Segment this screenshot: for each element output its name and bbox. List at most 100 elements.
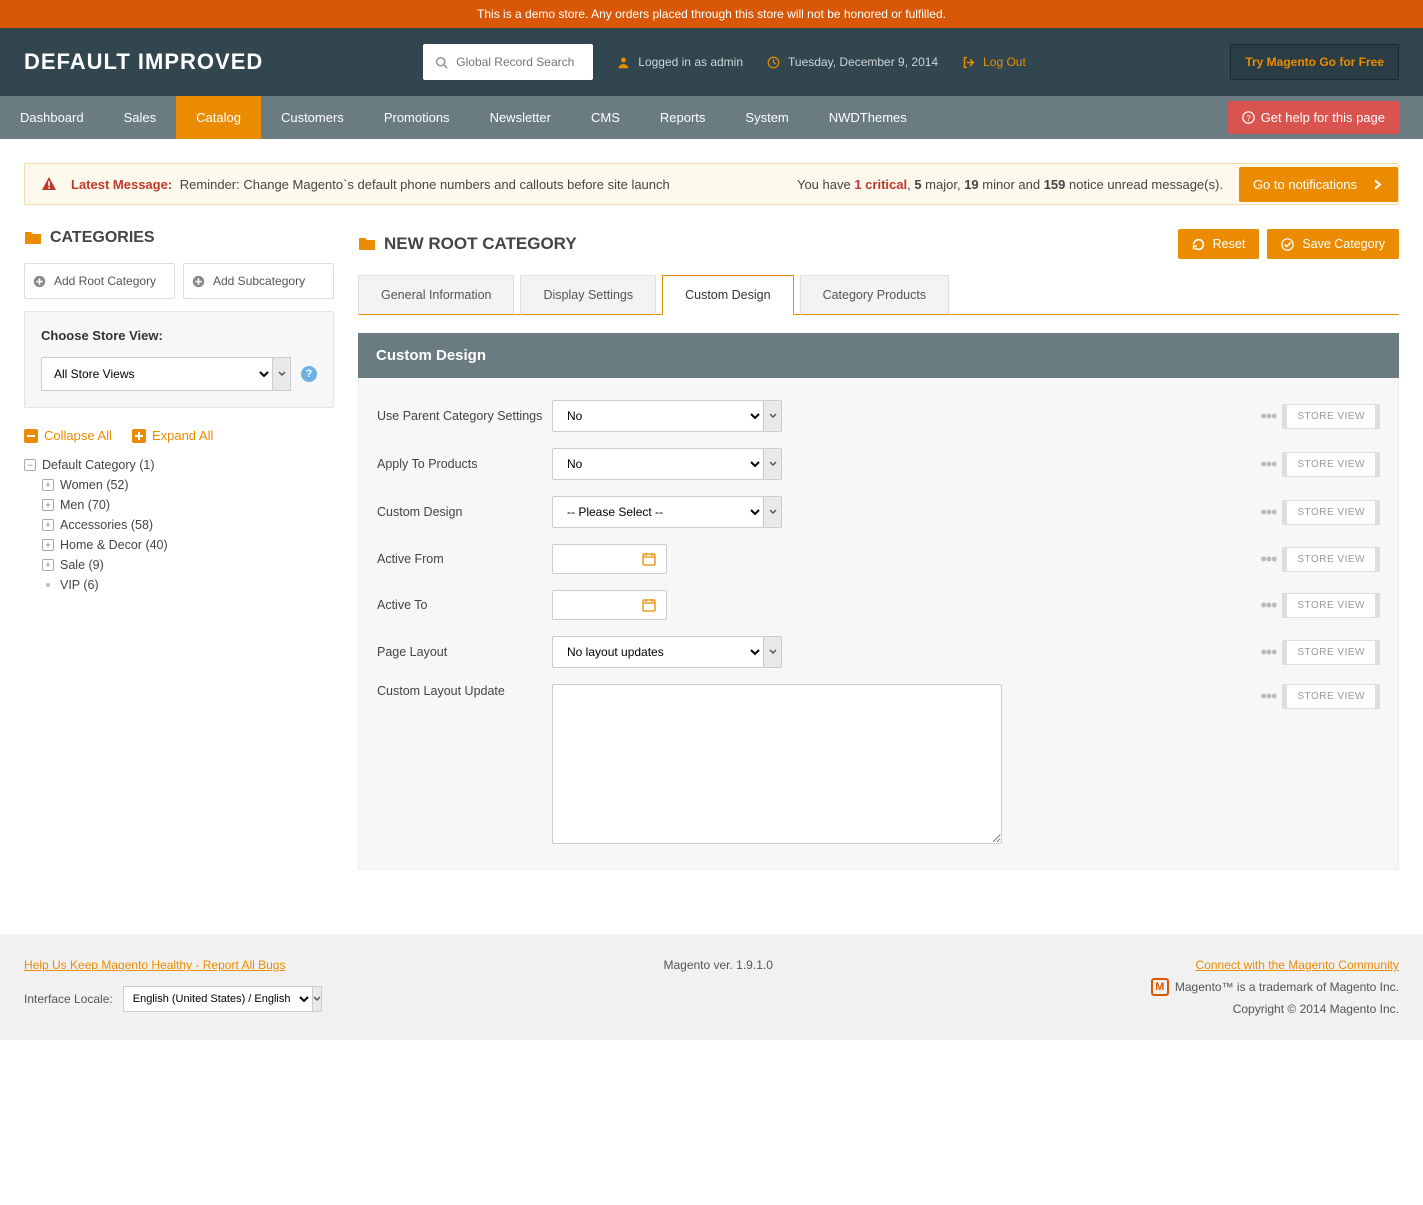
select-dropdown-button[interactable]: [764, 448, 782, 480]
nav-promotions[interactable]: Promotions: [364, 96, 470, 139]
tab-custom-design[interactable]: Custom Design: [662, 275, 793, 315]
scope-label: STORE VIEW: [1282, 684, 1380, 709]
chevron-down-icon: [769, 412, 777, 420]
clock-icon: [767, 56, 780, 69]
select-dropdown-button[interactable]: [764, 496, 782, 528]
community-link[interactable]: Connect with the Magento Community: [1196, 958, 1399, 972]
demo-banner: This is a demo store. Any orders placed …: [0, 0, 1423, 28]
app-title: DEFAULT IMPROVED: [24, 49, 263, 75]
search-icon: [435, 56, 448, 69]
date-text: Tuesday, December 9, 2014: [788, 55, 938, 69]
go-notifications-button[interactable]: Go to notifications: [1239, 167, 1398, 202]
tree-expand-icon[interactable]: +: [42, 499, 54, 511]
copyright-text: Copyright © 2014 Magento Inc.: [1233, 1002, 1399, 1016]
chevron-down-icon: [769, 648, 777, 656]
label-layout-update: Custom Layout Update: [377, 684, 552, 698]
scope-label: STORE VIEW: [1282, 452, 1380, 477]
calendar-icon[interactable]: [642, 598, 666, 612]
select-custom-design[interactable]: -- Please Select --: [552, 496, 764, 528]
locale-select[interactable]: English (United States) / English: [123, 986, 313, 1012]
tree-collapse-icon[interactable]: −: [24, 459, 36, 471]
collapse-all-button[interactable]: Collapse All: [24, 428, 112, 443]
tree-root[interactable]: − Default Category (1): [24, 455, 334, 475]
select-dropdown-button[interactable]: [313, 986, 322, 1012]
store-help-icon[interactable]: ?: [301, 366, 317, 382]
tree-expand-icon[interactable]: +: [42, 559, 54, 571]
scope-label: STORE VIEW: [1282, 404, 1380, 429]
input-active-from[interactable]: [553, 545, 642, 573]
nav-newsletter[interactable]: Newsletter: [470, 96, 571, 139]
svg-text:?: ?: [1246, 114, 1251, 123]
tab-general-information[interactable]: General Information: [358, 275, 514, 315]
nav-catalog[interactable]: Catalog: [176, 96, 261, 139]
tree-node-sale[interactable]: +Sale (9): [42, 555, 334, 575]
nav-cms[interactable]: CMS: [571, 96, 640, 139]
nav-reports[interactable]: Reports: [640, 96, 726, 139]
magento-logo-icon: M: [1151, 978, 1169, 996]
refresh-icon: [1192, 238, 1205, 251]
date-display: Tuesday, December 9, 2014: [767, 55, 938, 69]
nav-dashboard[interactable]: Dashboard: [0, 96, 104, 139]
tab-category-products[interactable]: Category Products: [800, 275, 950, 315]
go-notif-text: Go to notifications: [1253, 177, 1357, 192]
folder-icon: [358, 236, 376, 252]
select-page-layout[interactable]: No layout updates: [552, 636, 764, 668]
try-magento-button[interactable]: Try Magento Go for Free: [1230, 44, 1399, 80]
textarea-layout-update[interactable]: [552, 684, 1002, 844]
label-page-layout: Page Layout: [377, 645, 552, 659]
latest-message-label: Latest Message:: [71, 177, 172, 192]
logged-in-text: Logged in as admin: [638, 55, 743, 69]
category-tree: − Default Category (1) +Women (52) +Men …: [24, 455, 334, 595]
save-category-button[interactable]: Save Category: [1267, 229, 1399, 259]
tree-node-home-decor[interactable]: +Home & Decor (40): [42, 535, 334, 555]
add-root-category-button[interactable]: Add Root Category: [24, 263, 175, 299]
expand-all-button[interactable]: Expand All: [132, 428, 213, 443]
search-input[interactable]: [456, 55, 576, 69]
chevron-down-icon: [769, 460, 777, 468]
select-use-parent[interactable]: No: [552, 400, 764, 432]
message-bar: Latest Message: Reminder: Change Magento…: [24, 163, 1399, 205]
tree-expand-icon[interactable]: +: [42, 539, 54, 551]
label-active-to: Active To: [377, 598, 552, 612]
report-bugs-link[interactable]: Help Us Keep Magento Healthy - Report Al…: [24, 958, 285, 972]
nav-sales[interactable]: Sales: [104, 96, 177, 139]
reset-button[interactable]: Reset: [1178, 229, 1260, 259]
tree-expand-icon[interactable]: +: [42, 479, 54, 491]
tree-node-accessories[interactable]: +Accessories (58): [42, 515, 334, 535]
select-dropdown-button[interactable]: [764, 636, 782, 668]
tree-node-vip[interactable]: VIP (6): [42, 575, 334, 595]
select-dropdown-button[interactable]: [273, 357, 291, 391]
scope-dots-icon: •••: [1260, 502, 1276, 523]
label-active-from: Active From: [377, 552, 552, 566]
input-active-to[interactable]: [553, 591, 642, 619]
global-search[interactable]: [423, 44, 593, 80]
select-dropdown-button[interactable]: [764, 400, 782, 432]
main-nav: Dashboard Sales Catalog Customers Promot…: [0, 96, 1423, 139]
logout-icon: [962, 56, 975, 69]
tree-node-men[interactable]: +Men (70): [42, 495, 334, 515]
scope-dots-icon: •••: [1260, 686, 1276, 707]
tree-leaf-icon: [46, 583, 50, 587]
tree-node-women[interactable]: +Women (52): [42, 475, 334, 495]
nav-customers[interactable]: Customers: [261, 96, 364, 139]
calendar-icon[interactable]: [642, 552, 666, 566]
help-icon: ?: [1242, 111, 1255, 124]
add-subcategory-button[interactable]: Add Subcategory: [183, 263, 334, 299]
tab-display-settings[interactable]: Display Settings: [520, 275, 656, 315]
store-view-select[interactable]: All Store Views: [41, 357, 273, 391]
sidebar: CATEGORIES Add Root Category Add Subcate…: [24, 229, 334, 595]
chevron-right-icon: [1371, 178, 1384, 191]
folder-icon: [24, 230, 42, 246]
plus-square-icon: [132, 429, 146, 443]
scope-dots-icon: •••: [1260, 406, 1276, 427]
select-apply-products[interactable]: No: [552, 448, 764, 480]
tree-expand-icon[interactable]: +: [42, 519, 54, 531]
help-button[interactable]: ? Get help for this page: [1228, 101, 1399, 134]
nav-nwdthemes[interactable]: NWDThemes: [809, 96, 927, 139]
nav-system[interactable]: System: [725, 96, 808, 139]
check-circle-icon: [1281, 238, 1294, 251]
scope-label: STORE VIEW: [1282, 640, 1380, 665]
logout-link[interactable]: Log Out: [962, 55, 1026, 69]
plus-circle-icon: [192, 275, 205, 288]
content: NEW ROOT CATEGORY Reset Save Category Ge…: [358, 229, 1399, 870]
